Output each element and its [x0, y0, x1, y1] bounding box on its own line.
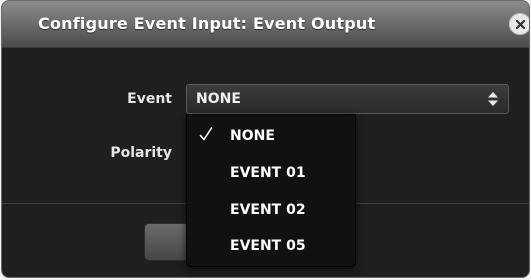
event-select-value: NONE: [196, 91, 241, 107]
event-select[interactable]: NONE: [186, 84, 509, 114]
polarity-label: Polarity: [110, 145, 172, 161]
dropdown-option-event-01[interactable]: EVENT 01: [187, 157, 355, 191]
checkmark-icon: [199, 127, 213, 141]
up-down-arrows-icon: [488, 92, 498, 106]
dropdown-option-label: EVENT 05: [230, 238, 306, 254]
dropdown-option-event-05[interactable]: EVENT 05: [187, 230, 355, 264]
close-button[interactable]: [509, 13, 529, 35]
dialog-titlebar: Configure Event Input: Event Output: [2, 1, 529, 48]
dropdown-option-label: NONE: [230, 128, 275, 144]
dropdown-option-label: EVENT 02: [230, 202, 306, 218]
configure-event-dialog: Configure Event Input: Event Output Even…: [1, 0, 530, 278]
event-dropdown-menu: NONE EVENT 01 EVENT 02 EVENT 05: [186, 114, 356, 267]
dropdown-option-event-02[interactable]: EVENT 02: [187, 194, 355, 228]
dropdown-option-label: EVENT 01: [230, 165, 306, 181]
event-label: Event: [127, 91, 172, 107]
dialog-title: Configure Event Input: Event Output: [38, 14, 376, 33]
dropdown-option-none[interactable]: NONE: [187, 120, 355, 154]
close-icon: [515, 19, 525, 29]
